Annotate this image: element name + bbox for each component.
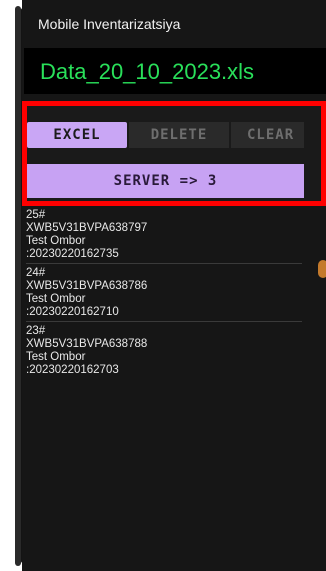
record-location: Test Ombor <box>26 351 86 363</box>
record-code: XWB5V31BVPA638788 <box>26 338 148 350</box>
record-location: Test Ombor <box>26 293 86 305</box>
excel-button[interactable]: EXCEL <box>27 122 127 148</box>
divider <box>26 321 302 322</box>
list-item[interactable]: 24# XWB5V31BVPA638786 Test Ombor :202302… <box>26 267 302 319</box>
record-timestamp: :20230220162710 <box>26 306 119 318</box>
record-timestamp: :20230220162735 <box>26 248 119 260</box>
list-item[interactable]: 25# XWB5V31BVPA638797 Test Ombor :202302… <box>26 209 302 261</box>
app-title: Mobile Inventarizatsiya <box>38 16 181 32</box>
phone-bezel <box>15 6 21 566</box>
record-timestamp: :20230220162703 <box>26 364 119 376</box>
file-bar: Data_20_10_2023.xls <box>24 48 326 94</box>
record-index: 23# <box>26 325 46 337</box>
record-code: XWB5V31BVPA638786 <box>26 280 148 292</box>
record-code: XWB5V31BVPA638797 <box>26 222 148 234</box>
record-location: Test Ombor <box>26 235 86 247</box>
divider <box>26 263 302 264</box>
records-list: 25# XWB5V31BVPA638797 Test Ombor :202302… <box>26 209 302 379</box>
scroll-handle[interactable] <box>318 260 326 278</box>
record-index: 25# <box>26 209 46 221</box>
record-index: 24# <box>26 267 46 279</box>
server-button[interactable]: SERVER => 3 <box>27 164 304 198</box>
list-item[interactable]: 23# XWB5V31BVPA638788 Test Ombor :202302… <box>26 325 302 377</box>
clear-button[interactable]: CLEAR <box>231 122 304 148</box>
file-name: Data_20_10_2023.xls <box>40 59 255 84</box>
delete-button[interactable]: DELETE <box>129 122 229 148</box>
